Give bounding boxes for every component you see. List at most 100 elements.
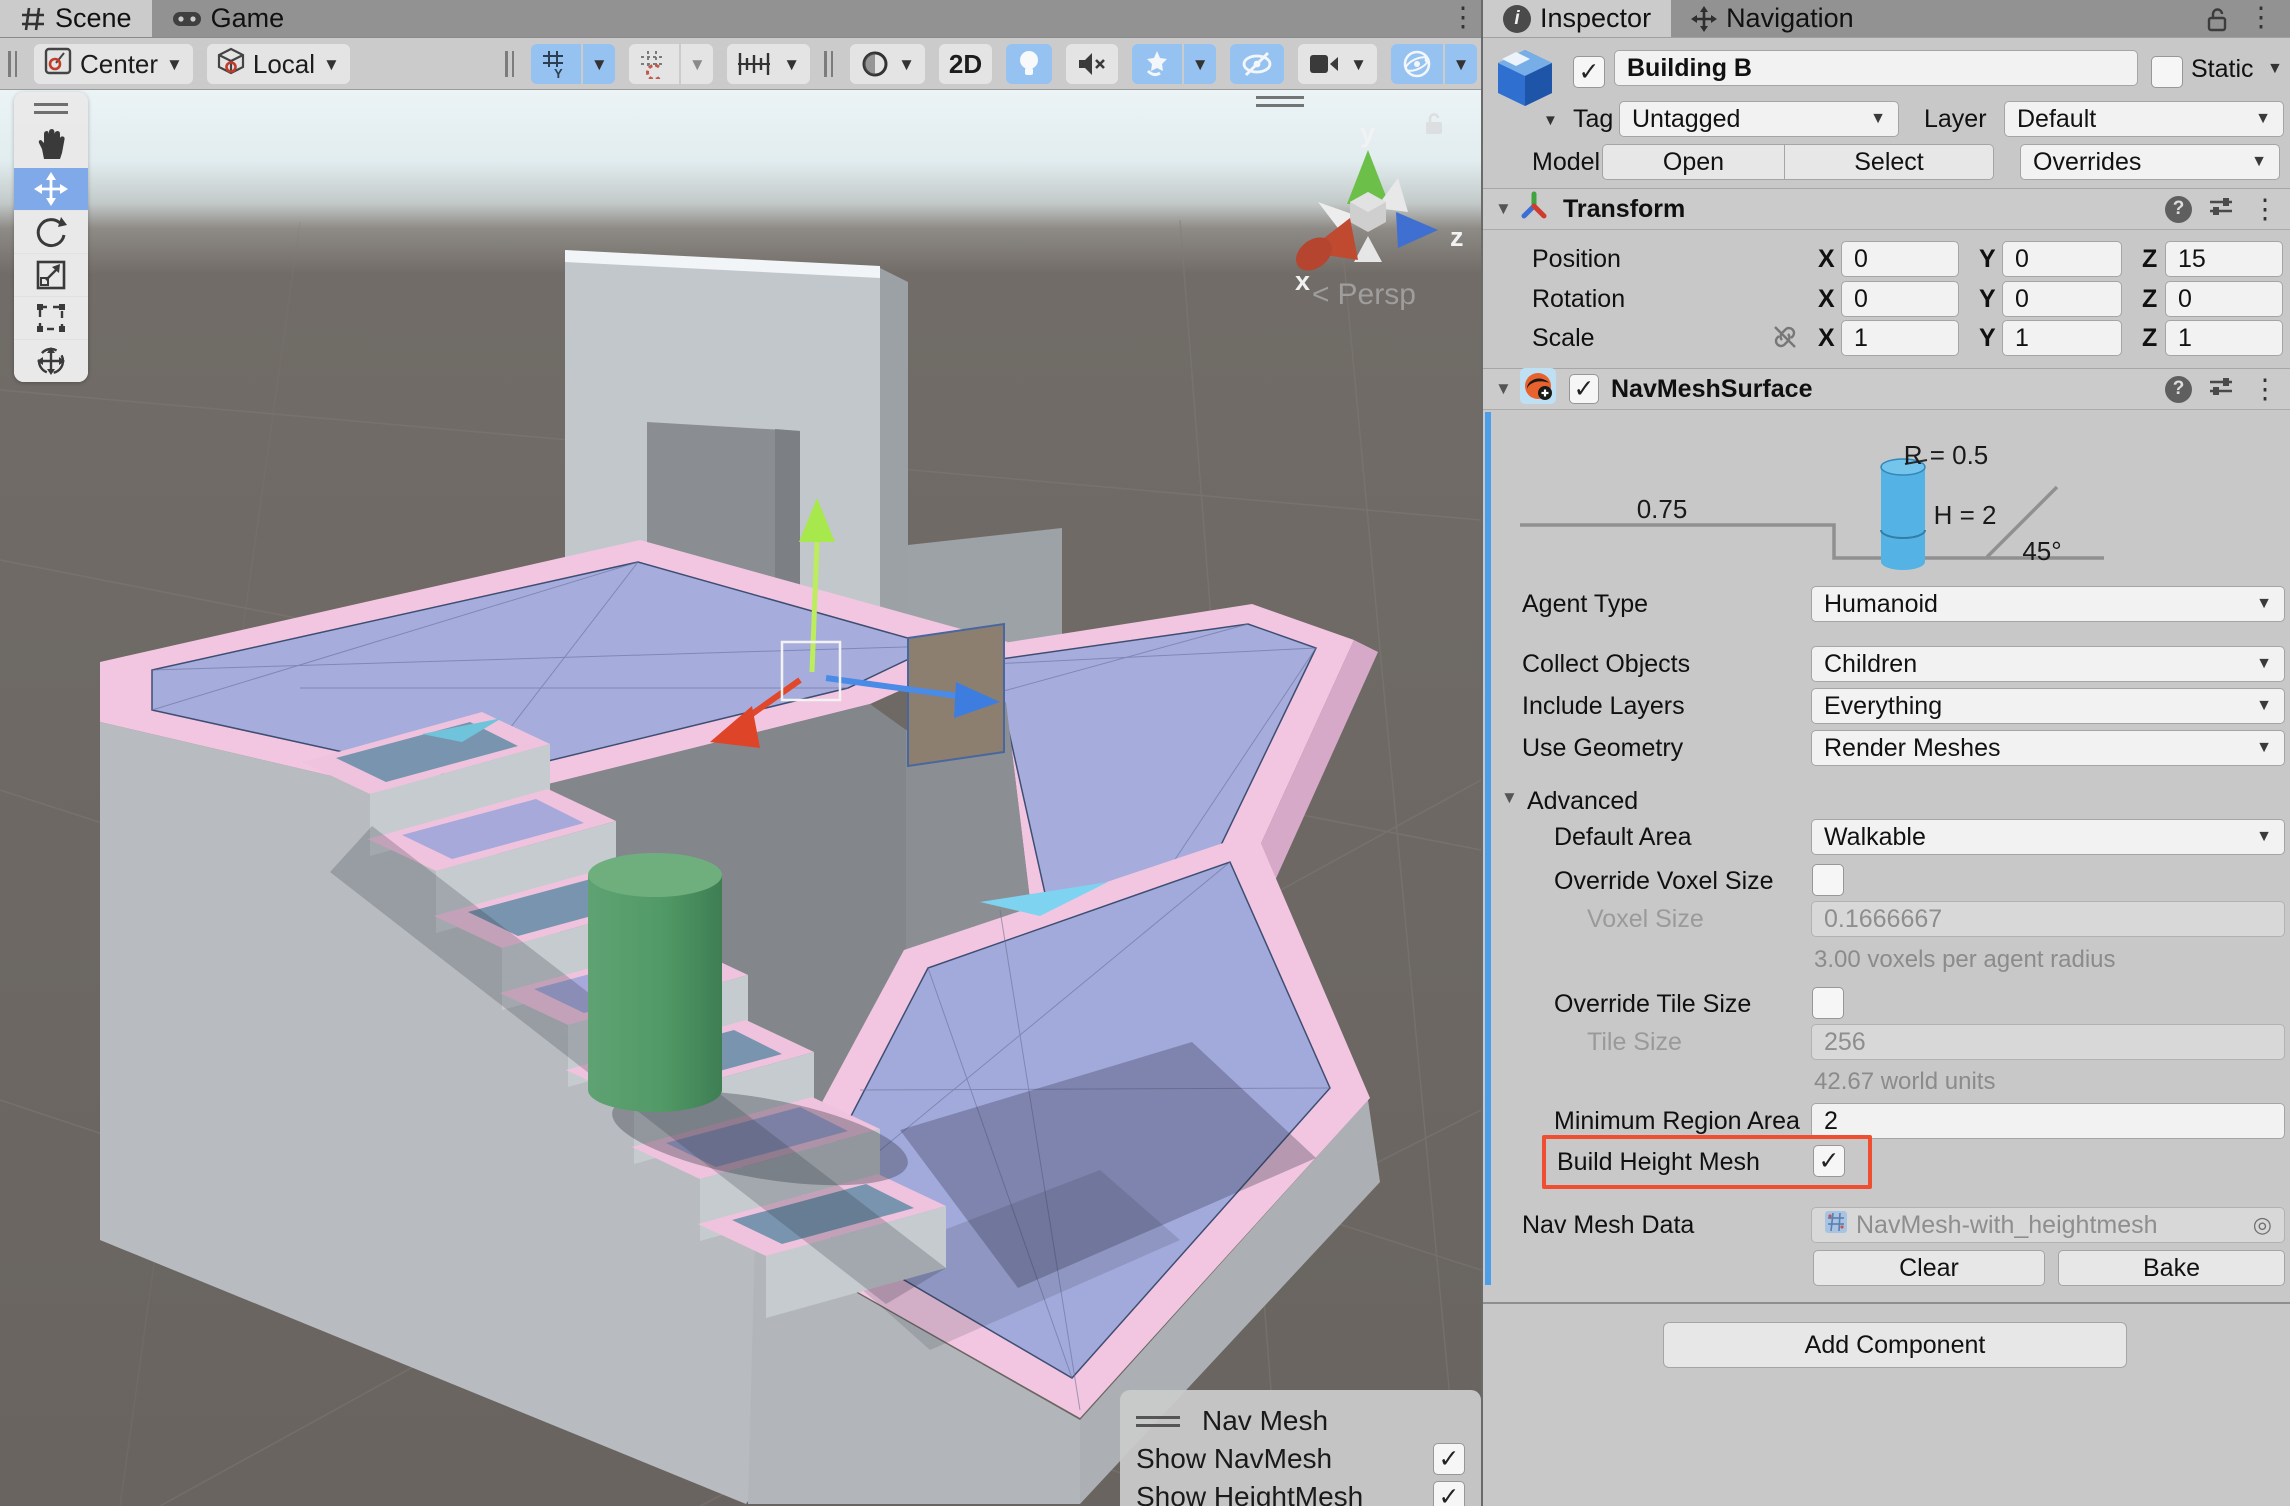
palette-drag-handle[interactable]: [14, 92, 88, 124]
transform-tool-button[interactable]: [14, 340, 88, 382]
presets-icon[interactable]: [2208, 373, 2234, 406]
lighting-toggle-button[interactable]: [1006, 44, 1052, 84]
component-menu-icon[interactable]: ⋮: [2250, 374, 2280, 405]
model-open-button[interactable]: Open: [1602, 144, 1785, 180]
tab-inspector[interactable]: i Inspector: [1483, 0, 1671, 37]
audio-toggle-button[interactable]: [1066, 44, 1118, 84]
snap-options-dropdown[interactable]: ▼: [681, 44, 713, 84]
help-icon[interactable]: ?: [2165, 196, 2192, 223]
grid-visibility-button[interactable]: Y: [531, 44, 581, 84]
persp-label: Persp: [1338, 278, 1416, 312]
active-checkbox[interactable]: ✓: [1573, 56, 1605, 88]
object-picker-icon[interactable]: ◎: [2253, 1212, 2272, 1238]
scene-viewport[interactable]: y x z: [0, 90, 1481, 1506]
2d-toggle-button[interactable]: 2D: [939, 44, 992, 84]
perspective-toggle[interactable]: < Persp: [1312, 278, 1416, 312]
foldout-icon[interactable]: ▼: [1495, 379, 1519, 399]
tab-inspector-label: Inspector: [1540, 3, 1651, 34]
rect-tool-button[interactable]: [14, 297, 88, 339]
component-menu-icon[interactable]: ⋮: [2250, 194, 2280, 225]
bake-button[interactable]: Bake: [2058, 1250, 2285, 1286]
static-checkbox[interactable]: [2151, 56, 2183, 88]
scale-tool-button[interactable]: [14, 254, 88, 296]
layer-dropdown[interactable]: Default ▼: [2004, 101, 2284, 137]
transform-header[interactable]: ▼ Transform ? ⋮: [1483, 188, 2290, 230]
shading-mode-dropdown[interactable]: ▼: [850, 44, 925, 84]
presets-icon[interactable]: [2208, 193, 2234, 226]
inspector-menu-icon[interactable]: ⋮: [2246, 2, 2276, 33]
snap-grid-button[interactable]: [629, 44, 679, 84]
tab-game[interactable]: Game: [152, 0, 305, 37]
position-y-field[interactable]: 0: [2002, 241, 2122, 277]
rotation-y-field[interactable]: 0: [2002, 281, 2122, 317]
foldout-icon[interactable]: ▼: [1495, 199, 1519, 219]
svg-text:Y: Y: [554, 66, 563, 79]
legend-title-row[interactable]: Nav Mesh: [1136, 1402, 1465, 1440]
gizmos-toggle-button[interactable]: [1391, 44, 1443, 84]
override-voxel-checkbox[interactable]: [1812, 864, 1844, 896]
use-geometry-dropdown[interactable]: Render Meshes▼: [1811, 730, 2285, 766]
link-broken-icon[interactable]: [1771, 323, 1799, 358]
tab-navigation[interactable]: Navigation: [1671, 0, 1874, 37]
effects-toggle-button[interactable]: [1132, 44, 1182, 84]
build-height-mesh-checkbox[interactable]: ✓: [1813, 1145, 1845, 1177]
foldout-icon[interactable]: ▼: [1501, 788, 1518, 808]
lock-icon[interactable]: [1424, 112, 1444, 141]
hand-tool-button[interactable]: [14, 125, 88, 167]
pivot-icon: [44, 47, 72, 82]
rotation-z-field[interactable]: 0: [2165, 281, 2283, 317]
position-x-field[interactable]: 0: [1841, 241, 1959, 277]
axis-x-label[interactable]: x: [1295, 266, 1310, 296]
axis-z-label[interactable]: z: [1450, 222, 1464, 252]
move-tool-button[interactable]: [14, 168, 88, 210]
rotate-tool-button[interactable]: [14, 211, 88, 253]
component-enabled-checkbox[interactable]: ✓: [1569, 374, 1599, 404]
min-region-field[interactable]: 2: [1811, 1103, 2285, 1139]
axis-y-label[interactable]: y: [1360, 118, 1375, 148]
toolbar-drag-handle[interactable]: [824, 51, 836, 77]
rotation-mode-dropdown[interactable]: Local ▼: [207, 44, 350, 84]
default-area-dropdown[interactable]: Walkable▼: [1811, 819, 2285, 855]
toolbar-drag-handle[interactable]: [8, 51, 20, 77]
scale-z-field[interactable]: 1: [2165, 320, 2283, 356]
legend-drag-handle[interactable]: [1136, 1416, 1180, 1427]
scale-x-field[interactable]: 1: [1841, 320, 1959, 356]
agent-type-dropdown[interactable]: Humanoid▼: [1811, 586, 2285, 622]
overlay-drag-handle[interactable]: [1256, 96, 1304, 107]
prefab-icon[interactable]: [1496, 48, 1554, 119]
overrides-dropdown[interactable]: Overrides ▼: [2020, 144, 2280, 180]
add-component-button[interactable]: Add Component: [1663, 1322, 2127, 1368]
static-caret-icon[interactable]: ▼: [2267, 60, 2283, 78]
toolbar-drag-handle[interactable]: [505, 51, 517, 77]
tab-scene[interactable]: Scene: [0, 0, 152, 37]
measure-tool-dropdown[interactable]: ▼: [727, 44, 810, 84]
gizmos-options-dropdown[interactable]: ▼: [1445, 44, 1477, 84]
rotation-x-field[interactable]: 0: [1841, 281, 1959, 317]
hidden-objects-toggle[interactable]: [1230, 44, 1284, 84]
tag-dropdown[interactable]: Untagged ▼: [1619, 101, 1899, 137]
help-icon[interactable]: ?: [2165, 376, 2192, 403]
include-layers-dropdown[interactable]: Everything▼: [1811, 688, 2285, 724]
override-tile-checkbox[interactable]: [1812, 987, 1844, 1019]
effects-options-dropdown[interactable]: ▼: [1184, 44, 1216, 84]
pivot-mode-dropdown[interactable]: Center ▼: [34, 44, 193, 84]
gameobject-name-field[interactable]: Building B: [1614, 50, 2138, 86]
model-select-button[interactable]: Select: [1785, 144, 1994, 180]
clear-button[interactable]: Clear: [1813, 1250, 2045, 1286]
navmeshsurface-header[interactable]: ▼ ✓ NavMeshSurface ? ⋮: [1483, 368, 2290, 410]
layer-label: Layer: [1924, 100, 1987, 138]
nav-mesh-data-field[interactable]: NavMesh-with_heightmesh ◎: [1811, 1207, 2285, 1243]
position-z-field[interactable]: 15: [2165, 241, 2283, 277]
prefab-caret-icon[interactable]: ▼: [1543, 112, 1558, 129]
advanced-foldout-label[interactable]: Advanced: [1527, 782, 1638, 820]
collect-objects-dropdown[interactable]: Children▼: [1811, 646, 2285, 682]
camera-view-dropdown[interactable]: ▼: [1298, 44, 1377, 84]
unlock-icon[interactable]: [2206, 6, 2228, 39]
grid-options-dropdown[interactable]: ▼: [583, 44, 615, 84]
scene-menu-icon[interactable]: ⋮: [1448, 2, 1478, 33]
show-navmesh-checkbox[interactable]: ✓: [1433, 1443, 1465, 1475]
chevron-down-icon: ▼: [898, 56, 915, 73]
scale-y-field[interactable]: 1: [2002, 320, 2122, 356]
show-heightmesh-checkbox[interactable]: ✓: [1433, 1481, 1465, 1506]
tile-hint: 42.67 world units: [1814, 1068, 1995, 1096]
